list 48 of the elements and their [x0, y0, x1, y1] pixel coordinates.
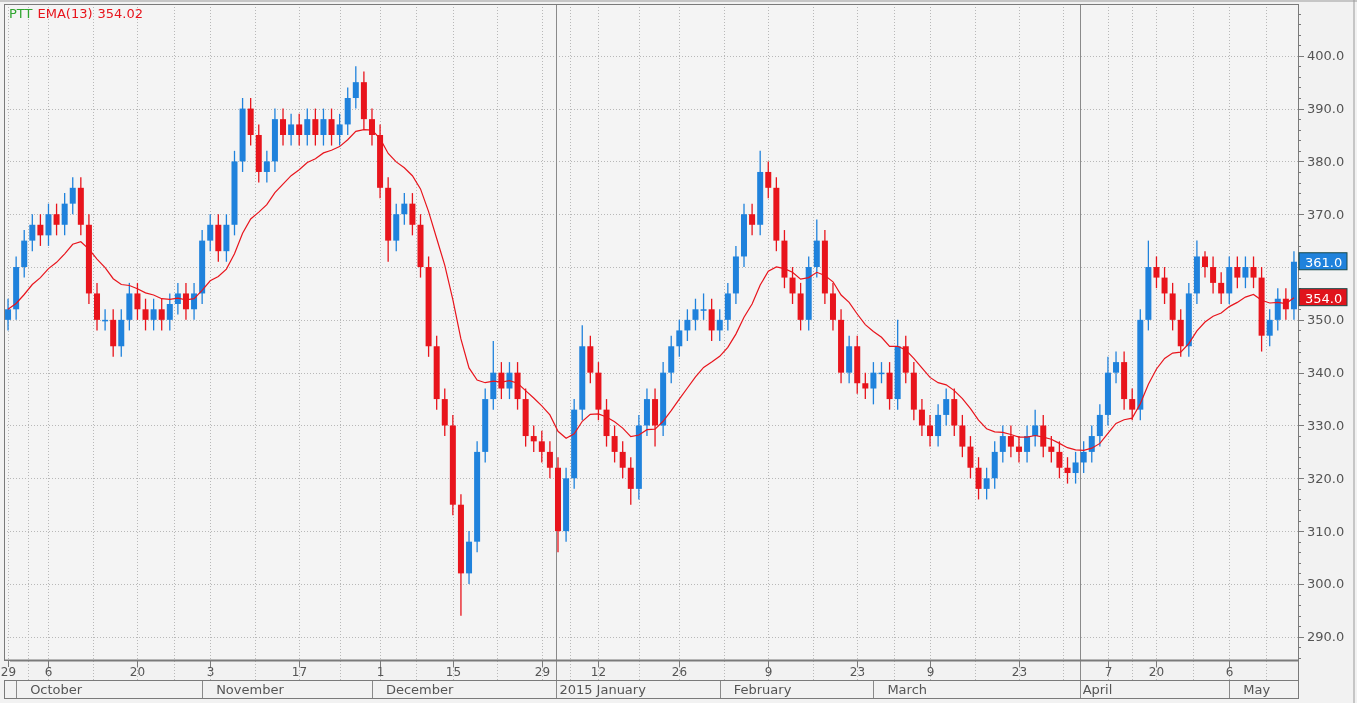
candlestick	[280, 107, 286, 147]
y-axis-label: 400.0	[1307, 48, 1345, 64]
candlestick	[741, 203, 747, 268]
month-label: 2015 January	[559, 682, 646, 697]
x-axis-label: 12	[590, 665, 607, 679]
legend-label: EMA(13)	[37, 6, 93, 21]
y-axis-label: 390.0	[1307, 101, 1345, 117]
y-axis-label: 300.0	[1307, 576, 1345, 592]
x-axis-label: 6	[1225, 665, 1234, 679]
x-axis-label: 26	[671, 665, 688, 679]
x-axis-label: 1	[376, 665, 385, 679]
x-axis-label: 23	[849, 665, 866, 679]
x-axis-label: 20	[1148, 665, 1165, 679]
x-axis-label: 3	[206, 665, 215, 679]
y-axis-label: 370.0	[1307, 206, 1345, 222]
x-axis-label: 29	[534, 665, 551, 679]
candlestick	[1016, 435, 1022, 464]
x-axis-label: 7	[1104, 665, 1113, 679]
month-label: April	[1082, 682, 1113, 697]
month-label: May	[1243, 682, 1271, 697]
y-axis-label: 350.0	[1307, 312, 1345, 328]
legend-value: 354.02	[97, 6, 143, 21]
chart-title: PTT	[9, 6, 33, 21]
month-label: March	[887, 682, 928, 697]
x-axis-label: 9	[926, 665, 935, 679]
x-axis-label: 20	[129, 665, 146, 679]
candlestick	[369, 107, 375, 147]
y-axis-label: 310.0	[1307, 523, 1345, 539]
y-axis-label: 330.0	[1307, 418, 1345, 433]
price-tag: 354.0	[1298, 288, 1348, 307]
month-label: October	[30, 682, 83, 697]
y-axis-label: 380.0	[1307, 153, 1345, 169]
price-tag: 361.0	[1298, 252, 1348, 271]
candlestick	[94, 282, 100, 332]
x-axis-label: 29	[0, 665, 17, 679]
y-axis-label: 320.0	[1307, 470, 1345, 486]
month-label: February	[733, 682, 792, 697]
y-axis-label: 290.0	[1307, 629, 1345, 645]
x-axis-label: 17	[291, 665, 308, 679]
x-axis-label: 23	[1011, 665, 1028, 679]
month-label: November	[216, 682, 284, 697]
x-axis-label: 15	[445, 665, 462, 679]
x-axis-label: 9	[764, 665, 773, 679]
month-label: December	[386, 682, 454, 697]
candlestick	[927, 414, 933, 448]
candlestick	[1202, 250, 1208, 279]
x-axis-label: 6	[44, 665, 53, 679]
y-axis-label: 340.0	[1307, 365, 1345, 381]
